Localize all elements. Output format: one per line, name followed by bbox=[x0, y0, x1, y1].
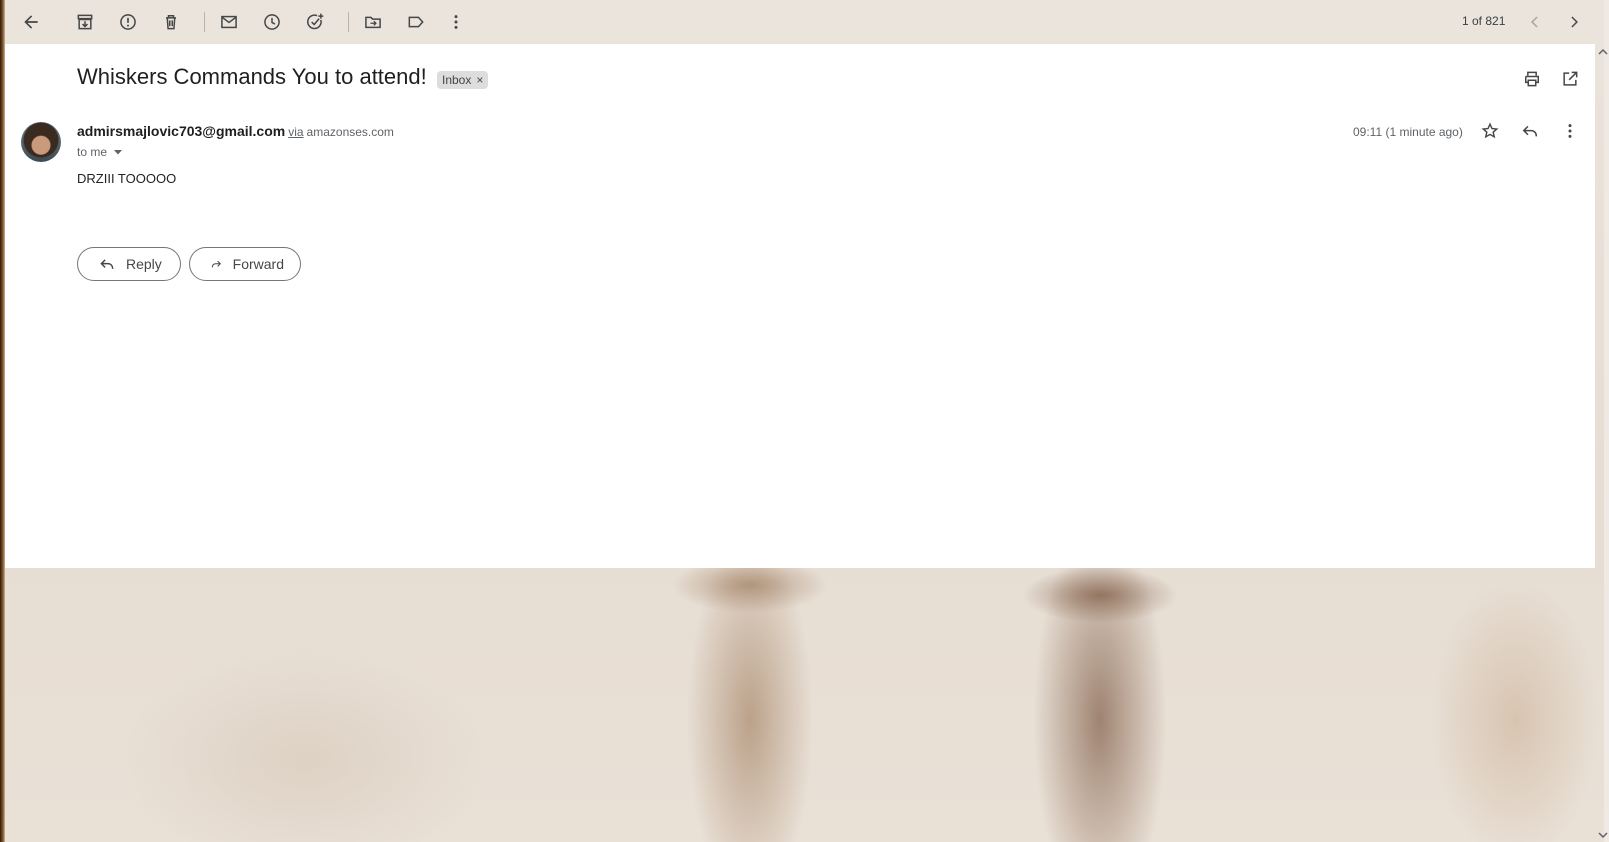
printer-icon bbox=[1525, 71, 1539, 87]
sender-line: admirsmajlovic703@gmail.com via amazonses.… bbox=[77, 123, 394, 139]
more-vert-icon bbox=[454, 15, 458, 29]
star-button[interactable] bbox=[1474, 115, 1506, 147]
reply-icon bbox=[100, 259, 114, 269]
label-icon bbox=[408, 16, 424, 28]
pagination-count: 1 of 821 bbox=[1462, 14, 1506, 28]
add-to-tasks-button[interactable] bbox=[299, 6, 331, 38]
more-options-button[interactable] bbox=[440, 6, 472, 38]
open-in-new-icon bbox=[1563, 71, 1578, 86]
add-task-icon bbox=[307, 13, 324, 30]
caret-down-icon bbox=[114, 150, 123, 155]
sender-email[interactable]: admirsmajlovic703@gmail.com bbox=[77, 123, 285, 139]
via-link[interactable]: via bbox=[288, 125, 303, 139]
forward-label: Forward bbox=[232, 256, 284, 272]
reply-icon bbox=[1522, 125, 1537, 137]
inbox-label-chip[interactable]: Inbox × bbox=[437, 71, 489, 89]
reply-label: Reply bbox=[126, 256, 162, 272]
archive-button[interactable] bbox=[69, 6, 101, 38]
reply-icon-button[interactable] bbox=[1514, 115, 1546, 147]
more-vert-icon bbox=[1568, 124, 1572, 138]
message-timestamp: 09:11 (1 minute ago) bbox=[1353, 125, 1463, 139]
toolbar-divider bbox=[204, 12, 205, 32]
folder-move-icon bbox=[365, 16, 381, 29]
delete-button[interactable] bbox=[155, 6, 187, 38]
clock-icon bbox=[264, 14, 280, 30]
forward-button[interactable]: Forward bbox=[189, 247, 301, 281]
message-more-button[interactable] bbox=[1554, 115, 1586, 147]
scroll-down-icon[interactable] bbox=[1598, 830, 1608, 840]
archive-icon bbox=[77, 14, 93, 30]
recipient-details-toggle[interactable]: to me bbox=[77, 145, 123, 159]
remove-label-button[interactable]: × bbox=[476, 73, 483, 87]
chevron-left-icon bbox=[1531, 16, 1538, 28]
newer-button[interactable] bbox=[1519, 6, 1551, 38]
recipient-text: to me bbox=[77, 145, 108, 159]
via-domain: amazonses.com bbox=[306, 125, 394, 139]
chevron-right-icon bbox=[1571, 16, 1578, 28]
trash-icon bbox=[166, 15, 176, 30]
email-body: DRZIII TOOOOO bbox=[77, 171, 177, 186]
move-to-button[interactable] bbox=[357, 6, 389, 38]
mark-unread-button[interactable] bbox=[213, 6, 245, 38]
labels-button[interactable] bbox=[400, 6, 432, 38]
toolbar-divider bbox=[348, 12, 349, 32]
reply-button[interactable]: Reply bbox=[77, 247, 181, 281]
sender-avatar[interactable] bbox=[21, 122, 61, 162]
arrow-left-icon bbox=[24, 15, 38, 29]
forward-icon bbox=[211, 260, 221, 268]
open-new-window-button[interactable] bbox=[1554, 63, 1586, 95]
label-text: Inbox bbox=[442, 73, 472, 87]
star-icon bbox=[1481, 122, 1499, 139]
envelope-icon bbox=[221, 15, 237, 29]
older-button[interactable] bbox=[1558, 6, 1590, 38]
report-spam-button[interactable] bbox=[112, 6, 144, 38]
snooze-button[interactable] bbox=[256, 6, 288, 38]
scrollbar[interactable] bbox=[1595, 44, 1609, 842]
scroll-up-icon[interactable] bbox=[1598, 47, 1608, 57]
message-toolbar: 1 of 821 bbox=[5, 0, 1604, 44]
print-all-button[interactable] bbox=[1516, 63, 1548, 95]
back-button[interactable] bbox=[15, 6, 47, 38]
report-icon bbox=[120, 14, 136, 30]
email-subject: Whiskers Commands You to attend! bbox=[77, 64, 427, 89]
